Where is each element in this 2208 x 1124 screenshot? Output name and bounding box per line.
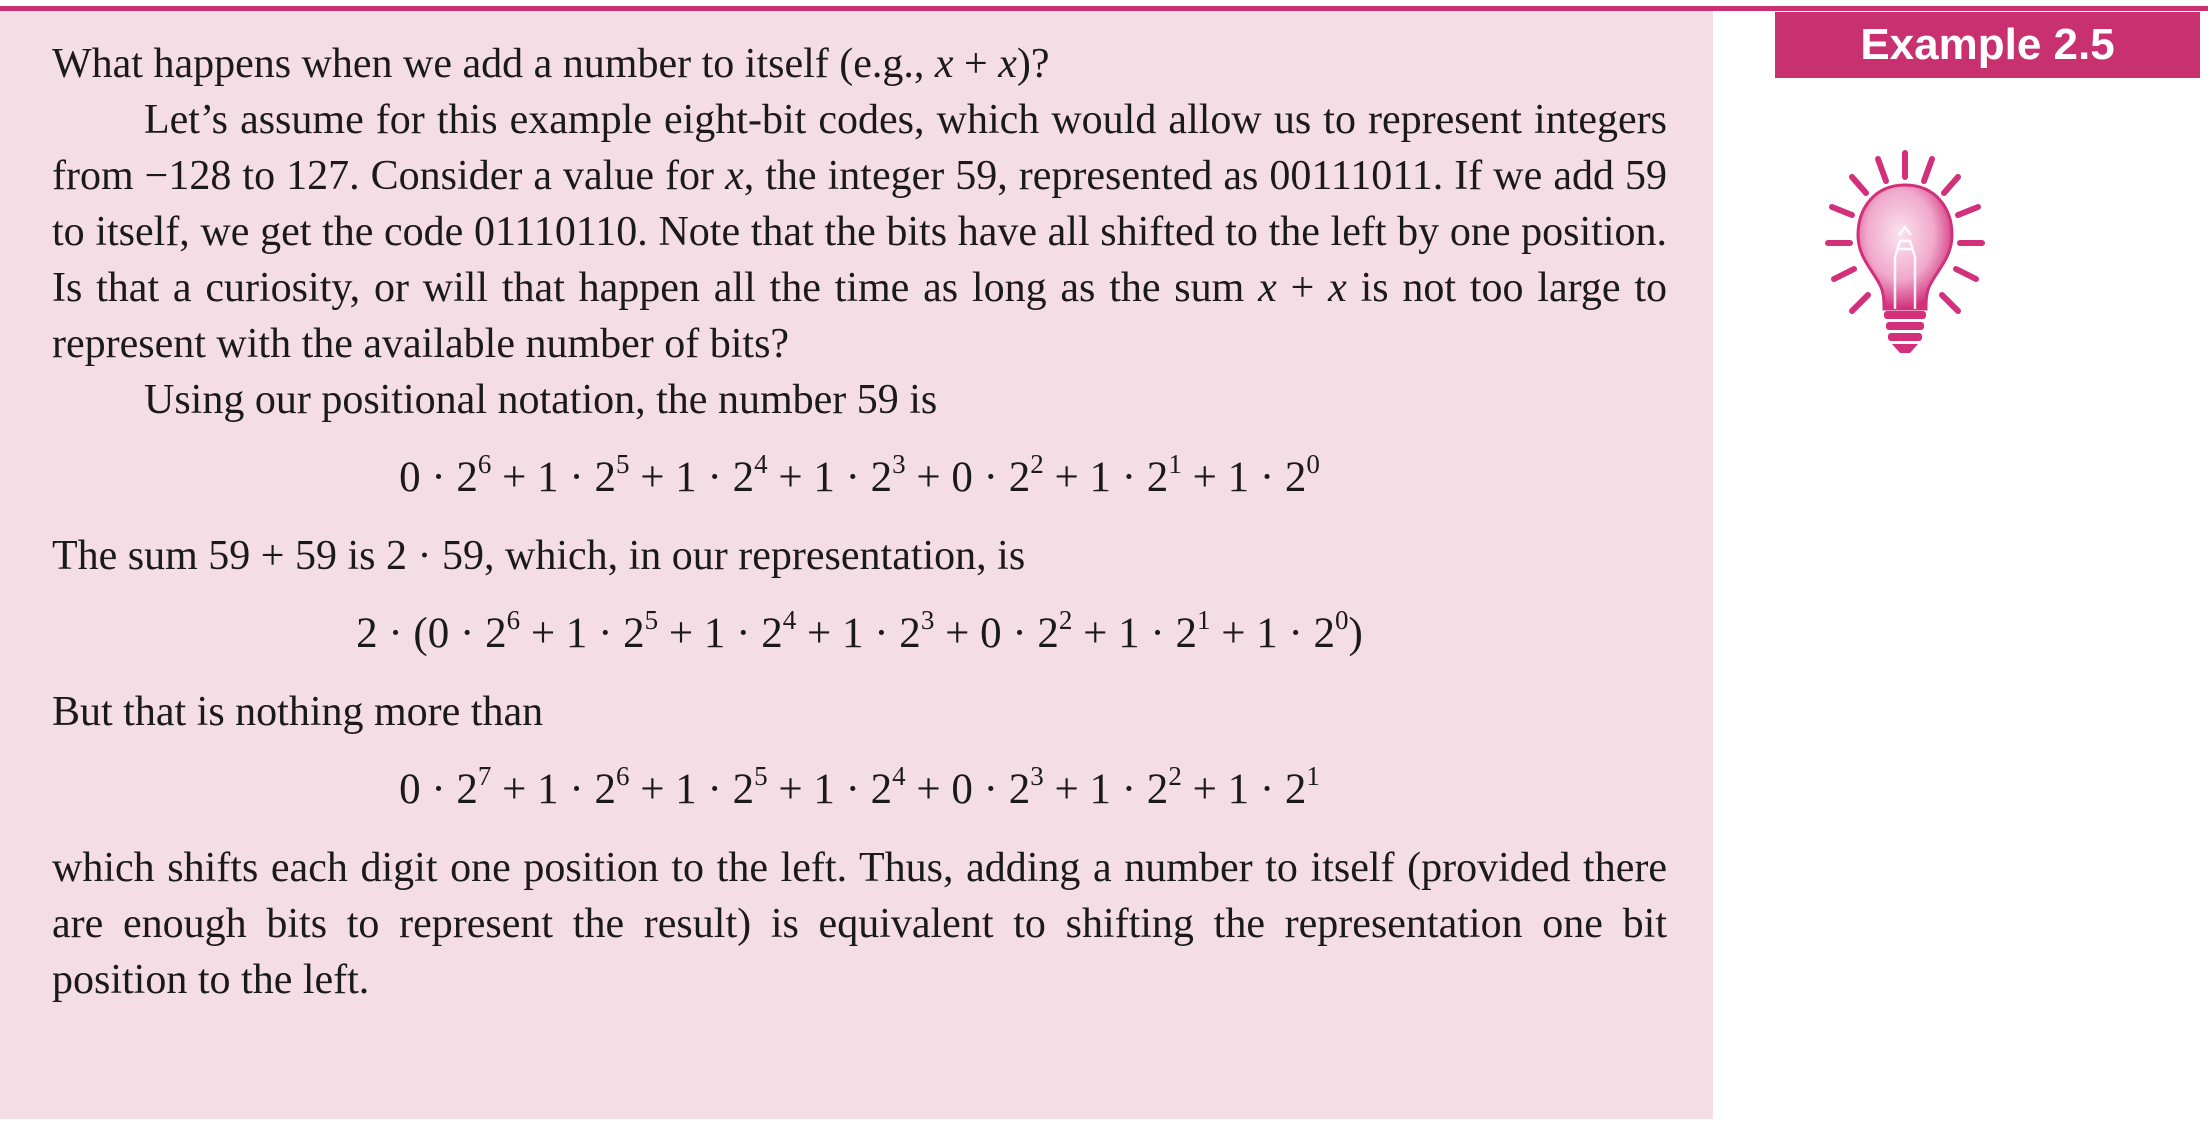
equation-doubled: 2 · (0 · 26 + 1 · 25 + 1 · 24 + 1 · 23 +… [356,605,1363,658]
explanation-paragraph: Let’s assume for this example eight-bit … [52,97,1668,367]
example-body: What happens when we add a number to its… [52,36,1667,1008]
lightbulb-icon [1825,150,1985,353]
nothing-more-paragraph: But that is nothing more than [52,689,544,735]
sum-paragraph: The sum 59 + 59 is 2 · 59, which, in our… [52,533,1026,579]
notation-intro: Using our positional notation, the numbe… [144,377,938,423]
equation-shifted: 0 · 27 + 1 · 26 + 1 · 25 + 1 · 24 + 0 · … [399,761,1320,814]
example-badge: Example 2.5 [1775,12,2200,78]
conclusion-paragraph: which shifts each digit one position to … [52,845,1667,1003]
equation-59-expansion: 0 · 26 + 1 · 25 + 1 · 24 + 1 · 23 + 0 · … [399,449,1320,502]
intro-question: What happens when we add a number to its… [52,41,1050,87]
